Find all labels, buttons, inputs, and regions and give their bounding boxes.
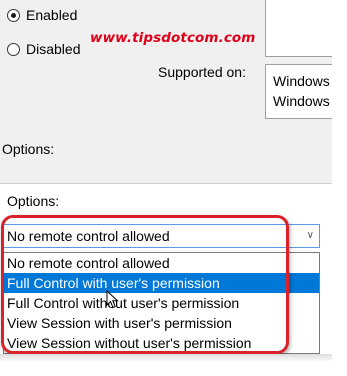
radio-button-icon[interactable] bbox=[7, 8, 20, 22]
radio-enabled-label: Enabled bbox=[26, 7, 78, 23]
dropdown-option[interactable]: View Session without user's permission bbox=[4, 333, 319, 353]
supported-on-line: Windows bbox=[273, 93, 330, 109]
supported-on-label: Supported on: bbox=[158, 64, 246, 80]
supported-on-line: Windows bbox=[273, 73, 330, 89]
supported-on-box: Windows Windows bbox=[265, 64, 332, 119]
radio-enabled[interactable]: Enabled bbox=[7, 7, 77, 23]
window-edge bbox=[332, 0, 347, 376]
radio-button-icon[interactable] bbox=[7, 42, 20, 56]
dropdown-option[interactable]: View Session with user's permission bbox=[4, 313, 319, 333]
dropdown-option[interactable]: Full Control without user's permission bbox=[4, 293, 319, 313]
panel-divider bbox=[0, 183, 332, 184]
dropdown-option-selected[interactable]: Full Control with user's permission bbox=[4, 273, 319, 293]
dropdown-option[interactable]: No remote control allowed bbox=[4, 253, 319, 273]
dropdown-list: No remote control allowed Full Control w… bbox=[3, 252, 320, 354]
radio-disabled[interactable]: Disabled bbox=[7, 41, 80, 57]
options-label: Options: bbox=[7, 193, 60, 209]
chevron-down-icon[interactable]: ∨ bbox=[307, 225, 314, 247]
comment-box[interactable] bbox=[265, 0, 332, 57]
options-section-label: Options: bbox=[2, 141, 55, 157]
select-value: No remote control allowed bbox=[7, 228, 170, 244]
remote-control-select[interactable]: No remote control allowed ∨ bbox=[3, 224, 320, 248]
bottom-shadow bbox=[0, 354, 332, 362]
mouse-cursor-icon bbox=[106, 290, 119, 309]
watermark-text: www.tipsdotcom.com bbox=[90, 30, 256, 46]
radio-disabled-label: Disabled bbox=[26, 41, 81, 57]
